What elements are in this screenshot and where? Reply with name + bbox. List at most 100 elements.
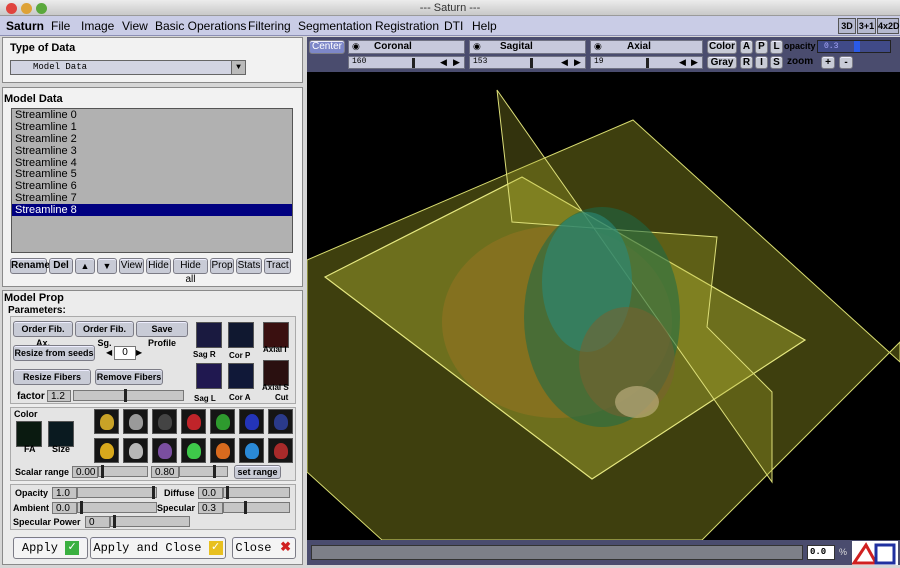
menu-file[interactable]: File [51, 19, 70, 33]
factor-value[interactable]: 1.2 [47, 390, 71, 402]
scalar-max-slider[interactable] [179, 465, 228, 478]
color-swatch-icon[interactable] [239, 409, 264, 434]
slider-handle[interactable] [101, 465, 104, 478]
order-fib-ax-button[interactable]: Order Fib. Ax. [13, 321, 73, 348]
save-profile-button[interactable]: Save Profile [136, 321, 188, 348]
hide-button[interactable]: Hide [146, 258, 171, 274]
list-item[interactable]: Streamline 1 [12, 121, 292, 133]
slider-handle[interactable] [113, 515, 116, 528]
color-swatch-icon[interactable] [152, 409, 177, 434]
cor-a-icon[interactable] [228, 363, 254, 389]
color-swatch-icon[interactable] [239, 438, 264, 463]
zoom-in-button[interactable]: + [821, 56, 835, 69]
opacity-value[interactable]: 1.0 [52, 487, 77, 499]
slider-handle[interactable] [244, 501, 247, 514]
color-swatch-icon[interactable] [268, 409, 293, 434]
list-item[interactable]: Streamline 7 [12, 192, 292, 204]
radio-icon[interactable]: ◉ [594, 41, 602, 52]
menu-basic-operations[interactable]: Basic Operations [155, 19, 246, 33]
menu-app[interactable]: Saturn [6, 19, 44, 33]
viewer-opacity-slider[interactable]: 0.3 [817, 40, 891, 53]
axial-slider[interactable]: 19 ◀ ▶ [590, 56, 703, 69]
rename-button[interactable]: Rename [10, 258, 50, 274]
color-swatch-icon[interactable] [94, 438, 119, 463]
chevron-down-icon[interactable]: ▼ [231, 61, 245, 74]
stepper-right-icon[interactable]: ▶ [136, 348, 142, 357]
seed-stepper[interactable]: ◀ 0 ▶ [106, 346, 142, 360]
slider-handle[interactable] [80, 501, 83, 514]
stats-button[interactable]: Stats [236, 258, 262, 274]
orient-p-button[interactable]: P [755, 40, 768, 54]
zoom-out-button[interactable]: - [839, 56, 853, 69]
color-swatch-icon[interactable] [152, 438, 177, 463]
sag-r-icon[interactable] [196, 322, 222, 348]
factor-slider[interactable] [73, 389, 184, 402]
diffuse-value[interactable]: 0.0 [198, 487, 223, 499]
prop-button[interactable]: Prop [210, 258, 234, 274]
axial-radio[interactable]: ◉ Axial [590, 40, 703, 54]
scalar-max-value[interactable]: 0.80 [151, 466, 179, 478]
step-right-icon[interactable]: ▶ [453, 57, 460, 68]
slider-handle[interactable] [152, 486, 155, 499]
slider-handle[interactable] [530, 58, 533, 68]
step-right-icon[interactable]: ▶ [574, 57, 581, 68]
apply-and-close-button[interactable]: Apply and Close ✓ [90, 537, 226, 559]
color-swatch-icon[interactable] [123, 438, 148, 463]
slider-handle[interactable] [646, 58, 649, 68]
list-item[interactable]: Streamline 6 [12, 180, 292, 192]
center-button[interactable]: Center [309, 40, 345, 54]
step-left-icon[interactable]: ◀ [561, 57, 568, 68]
menu-segmentation[interactable]: Segmentation [298, 19, 372, 33]
stepper-left-icon[interactable]: ◀ [106, 348, 112, 357]
cor-p-icon[interactable] [228, 322, 254, 348]
slider-handle[interactable] [226, 486, 229, 499]
set-range-button[interactable]: set range [234, 465, 281, 479]
color-mode-button[interactable]: Color [707, 40, 737, 54]
resize-from-seeds-button[interactable]: Resize from seeds [13, 345, 95, 361]
sag-l-icon[interactable] [196, 363, 222, 389]
close-window-icon[interactable] [6, 3, 17, 14]
seed-value[interactable]: 0 [114, 346, 136, 360]
view-3d-button[interactable]: 3D [838, 18, 856, 34]
view-button[interactable]: View [119, 258, 144, 274]
menu-view[interactable]: View [122, 19, 148, 33]
resize-fibers-button[interactable]: Resize Fibers [13, 369, 91, 385]
coronal-radio[interactable]: ◉ Coronal [348, 40, 465, 54]
slider-handle[interactable] [124, 389, 127, 402]
slider-handle[interactable] [412, 58, 415, 68]
specular-power-value[interactable]: 0 [85, 516, 110, 528]
delete-button[interactable]: Del [49, 258, 73, 274]
step-left-icon[interactable]: ◀ [440, 57, 447, 68]
list-item[interactable]: Streamline 4 [12, 157, 292, 169]
close-button[interactable]: Close ✖ [232, 537, 296, 559]
scalar-min-value[interactable]: 0.00 [72, 466, 98, 478]
remove-fibers-button[interactable]: Remove Fibers [95, 369, 163, 385]
color-swatch-icon[interactable] [210, 438, 235, 463]
color-swatch-icon[interactable] [123, 409, 148, 434]
color-swatch-icon[interactable] [268, 438, 293, 463]
sagital-slider[interactable]: 153 ◀ ▶ [469, 56, 586, 69]
list-item[interactable]: Streamline 0 [12, 109, 292, 121]
gray-mode-button[interactable]: Gray [707, 56, 737, 69]
slider-handle[interactable] [854, 41, 860, 52]
radio-icon[interactable]: ◉ [352, 41, 360, 52]
color-swatch-icon[interactable] [94, 409, 119, 434]
orient-i-button[interactable]: I [755, 56, 768, 69]
zoom-window-icon[interactable] [36, 3, 47, 14]
slider-handle[interactable] [213, 465, 216, 478]
order-fib-sg-button[interactable]: Order Fib. Sg. [75, 321, 134, 348]
orient-l-button[interactable]: L [770, 40, 783, 54]
move-down-icon[interactable]: ▼ [97, 258, 117, 274]
color-swatch-icon[interactable] [181, 438, 206, 463]
opacity-slider[interactable] [77, 486, 157, 499]
specular-power-slider[interactable] [110, 515, 190, 528]
menu-help[interactable]: Help [472, 19, 497, 33]
step-left-icon[interactable]: ◀ [679, 57, 686, 68]
list-item[interactable]: Streamline 3 [12, 145, 292, 157]
menu-image[interactable]: Image [81, 19, 114, 33]
orient-s-button[interactable]: S [770, 56, 783, 69]
ambient-value[interactable]: 0.0 [52, 502, 77, 514]
list-item[interactable]: Streamline 5 [12, 168, 292, 181]
orient-r-button[interactable]: R [740, 56, 753, 69]
specular-value[interactable]: 0.3 [198, 502, 223, 514]
